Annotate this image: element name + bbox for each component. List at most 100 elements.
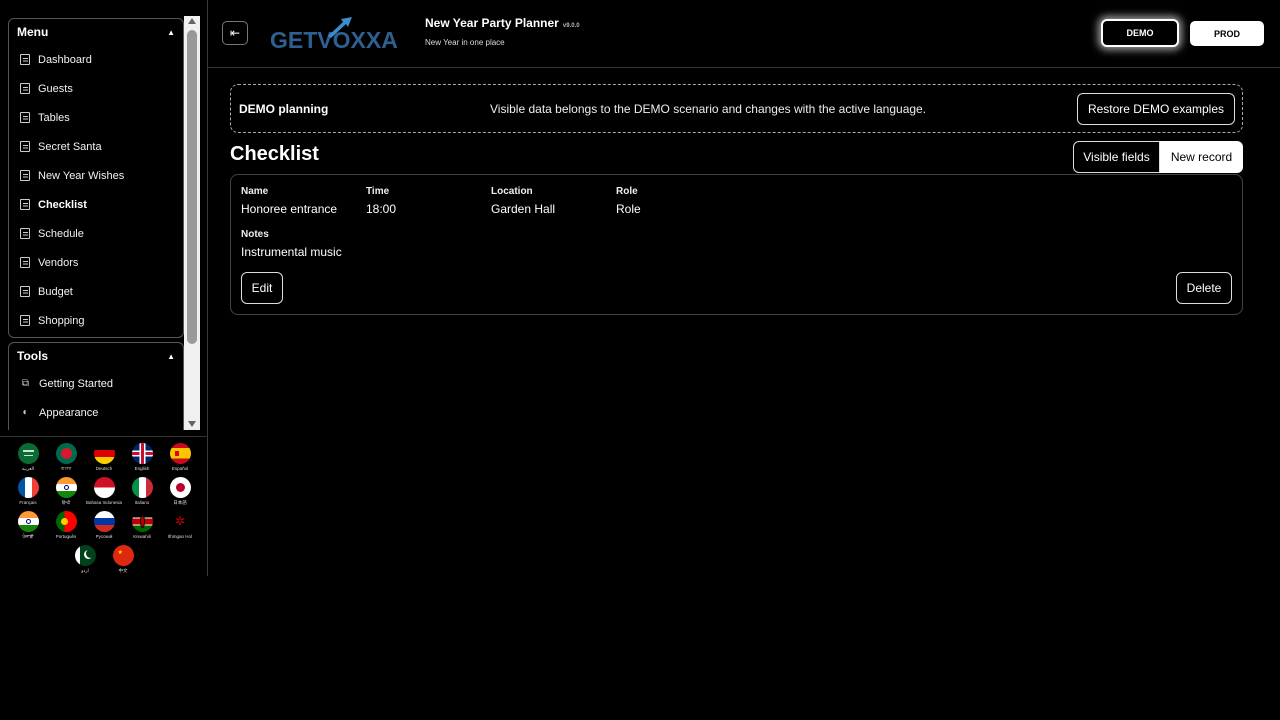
spain-flag-icon [169,443,191,464]
language-klingon[interactable]: ✲ tlhIngan Hol [161,511,199,545]
sidebar-item-schedule[interactable]: Schedule [9,219,183,248]
collapse-sidebar-button[interactable]: ⇤ [222,21,248,45]
sidebar-item-label: Getting Started [39,377,113,390]
language-french[interactable]: Français [9,477,47,511]
sidebar: Menu ▲ Dashboard Guests Tables Secret Sa… [0,0,208,576]
language-japanese[interactable]: 日本語 [161,477,199,511]
palette-icon: ◐ [22,407,29,418]
app-title: New Year Party Planner v9.0.0 [425,16,580,30]
language-arabic[interactable]: العربية [9,443,47,477]
document-icon [20,315,30,326]
sidebar-item-new-year-wishes[interactable]: New Year Wishes [9,161,183,190]
restore-demo-button[interactable]: Restore DEMO examples [1076,93,1235,125]
language-label: Bahasa Indonesia [85,500,123,505]
field-value: Honoree entrance [241,202,338,216]
language-label: العربية [21,466,35,471]
field-label: Name [241,186,269,197]
field-location: Location Garden Hall [491,186,555,216]
field-label: Notes [241,229,269,240]
language-selector: العربية বাংলা Deutsch English Español Fr… [0,436,208,579]
language-english[interactable]: English [123,443,161,477]
language-bengali[interactable]: বাংলা [47,443,85,477]
delete-record-button[interactable]: Delete [1176,272,1232,304]
language-portuguese[interactable]: Português [47,511,85,545]
sidebar-item-shopping[interactable]: Shopping [9,306,183,335]
language-italian[interactable]: Italiano [123,477,161,511]
document-icon [20,83,30,94]
language-label: हिन्दी [61,500,71,505]
scroll-down-arrow-icon[interactable] [188,421,196,427]
collapse-caret-icon[interactable]: ▲ [167,352,175,361]
japan-flag-icon [169,477,191,498]
collapse-sidebar-icon: ⇤ [229,26,241,40]
visible-fields-button[interactable]: Visible fields [1073,141,1160,173]
document-icon [20,141,30,152]
scrollbar-thumb[interactable] [187,30,197,344]
sidebar-item-dashboard[interactable]: Dashboard [9,45,183,74]
edit-record-button[interactable]: Edit [241,272,283,304]
external-link-icon: ⧉ [21,378,30,389]
demo-mode-button[interactable]: DEMO [1101,19,1179,47]
sidebar-item-label: Shopping [38,314,85,327]
bangladesh-flag-icon [55,443,77,464]
language-spanish[interactable]: Español [161,443,199,477]
language-label: ਪੰਜਾਬੀ [22,534,34,539]
saudi-flag-icon [17,443,39,464]
field-notes: Notes Instrumental music [241,229,342,259]
menu-panel-header[interactable]: Menu ▲ [9,19,183,45]
portugal-flag-icon [55,511,77,532]
language-hindi[interactable]: हिन्दी [47,477,85,511]
sidebar-item-appearance[interactable]: ◐ Appearance [9,398,183,427]
pakistan-flag-icon [74,545,96,566]
language-label: اردو [81,568,89,573]
language-label: Español [171,466,189,471]
app-title-text: New Year Party Planner [425,16,559,30]
language-label: বাংলা [60,466,72,471]
new-record-button[interactable]: New record [1160,141,1243,173]
language-chinese[interactable]: ★ 中文 [104,545,142,579]
demo-banner-text: Visible data belongs to the DEMO scenari… [490,102,927,116]
sidebar-item-label: New Year Wishes [38,169,125,182]
tools-title: Tools [17,349,49,363]
prod-mode-button[interactable]: PROD [1190,21,1264,46]
sidebar-item-getting-started[interactable]: ⧉ Getting Started [9,369,183,398]
collapse-caret-icon[interactable]: ▲ [167,28,175,37]
france-flag-icon [17,477,39,498]
document-icon [20,112,30,123]
sidebar-item-secret-santa[interactable]: Secret Santa [9,132,183,161]
tools-panel: Tools ▲ ⧉ Getting Started ◐ Appearance [8,342,184,430]
sidebar-item-guests[interactable]: Guests [9,74,183,103]
demo-banner: DEMO planning Visible data belongs to th… [230,84,1243,133]
scroll-up-arrow-icon[interactable] [188,18,196,24]
language-urdu[interactable]: اردو [66,545,104,579]
field-value: Role [616,202,641,216]
field-name: Name Honoree entrance [241,186,337,216]
app-subtitle: New Year in one place [425,38,505,47]
language-german[interactable]: Deutsch [85,443,123,477]
language-label: Русский [95,534,113,539]
sidebar-item-checklist[interactable]: Checklist [9,190,183,219]
sidebar-item-budget[interactable]: Budget [9,277,183,306]
sidebar-item-label: Appearance [39,406,99,419]
indonesia-flag-icon [93,477,115,498]
page-title: Checklist [230,143,319,165]
klingon-emblem-icon: ✲ [169,511,191,532]
language-russian[interactable]: Русский [85,511,123,545]
sidebar-item-label: Tables [38,111,70,124]
sidebar-item-tables[interactable]: Tables [9,103,183,132]
language-label: Français [19,500,37,505]
language-indonesian[interactable]: Bahasa Indonesia [85,477,123,511]
sidebar-item-vendors[interactable]: Vendors [9,248,183,277]
sidebar-scrollbar[interactable] [184,16,200,430]
field-value: Instrumental music [241,245,342,259]
app-header: ⇤ GETVOXXA New Year Party Planner v9.0.0 … [208,0,1280,68]
language-label: 日本語 [173,500,187,505]
language-punjabi[interactable]: ਪੰਜਾਬੀ [9,511,47,545]
sidebar-item-label: Budget [38,285,73,298]
tools-panel-header[interactable]: Tools ▲ [9,343,183,369]
language-label: Kiswahili [133,534,151,539]
language-swahili[interactable]: Kiswahili [123,511,161,545]
russia-flag-icon [93,511,115,532]
field-time: Time 18:00 [366,186,396,216]
field-label: Location [491,186,533,197]
